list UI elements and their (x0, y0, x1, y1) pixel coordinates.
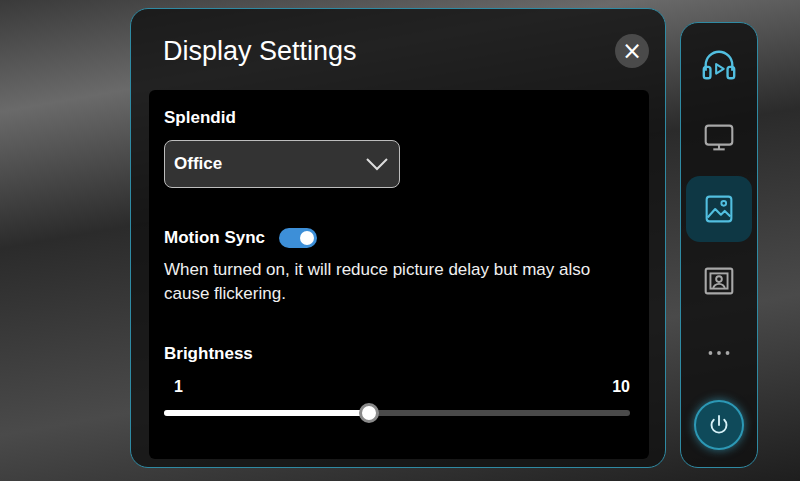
sidebar-item[interactable] (686, 32, 752, 98)
display-settings-panel: Display Settings × Splendid Office Motion Sy… (130, 8, 666, 468)
dropdown-value: Office (174, 154, 222, 174)
sidebar-item[interactable] (686, 392, 752, 458)
settings-card: Splendid Office Motion Sync When turned on,… (149, 90, 649, 459)
brightness-slider[interactable] (164, 410, 630, 416)
motion-sync-description: When turned on, it will reduce picture d… (164, 258, 619, 306)
motion-sync-row: Motion Sync (164, 228, 634, 248)
power-icon (704, 410, 734, 440)
headset-play-icon (700, 46, 738, 84)
desktop-background: Display Settings × Splendid Office Motion Sy… (0, 0, 800, 481)
slider-fill (164, 410, 369, 416)
portrait-frame-icon (700, 262, 738, 300)
brightness-label: Brightness (164, 344, 634, 364)
splendid-dropdown[interactable]: Office (164, 140, 400, 188)
splendid-label: Splendid (164, 108, 634, 128)
image-icon (700, 190, 738, 228)
monitor-icon (700, 118, 738, 156)
chevron-down-icon (365, 157, 389, 171)
toggle-knob (300, 231, 314, 245)
motion-sync-label: Motion Sync (164, 228, 265, 248)
panel-header: Display Settings × (131, 9, 665, 78)
close-button[interactable]: × (615, 34, 649, 68)
power-button[interactable] (694, 400, 744, 450)
brightness-range: 1 10 (164, 378, 630, 396)
brightness-min: 1 (174, 378, 183, 396)
sidebar-item[interactable] (686, 248, 752, 314)
slider-thumb[interactable] (359, 403, 379, 423)
sidebar-item[interactable] (686, 176, 752, 242)
sidebar-item[interactable] (686, 104, 752, 170)
panel-title: Display Settings (163, 36, 357, 67)
sidebar (680, 22, 758, 468)
sidebar-item[interactable] (686, 320, 752, 386)
more-dots-icon (700, 334, 738, 372)
motion-sync-toggle[interactable] (279, 228, 317, 248)
brightness-max: 10 (612, 378, 630, 396)
